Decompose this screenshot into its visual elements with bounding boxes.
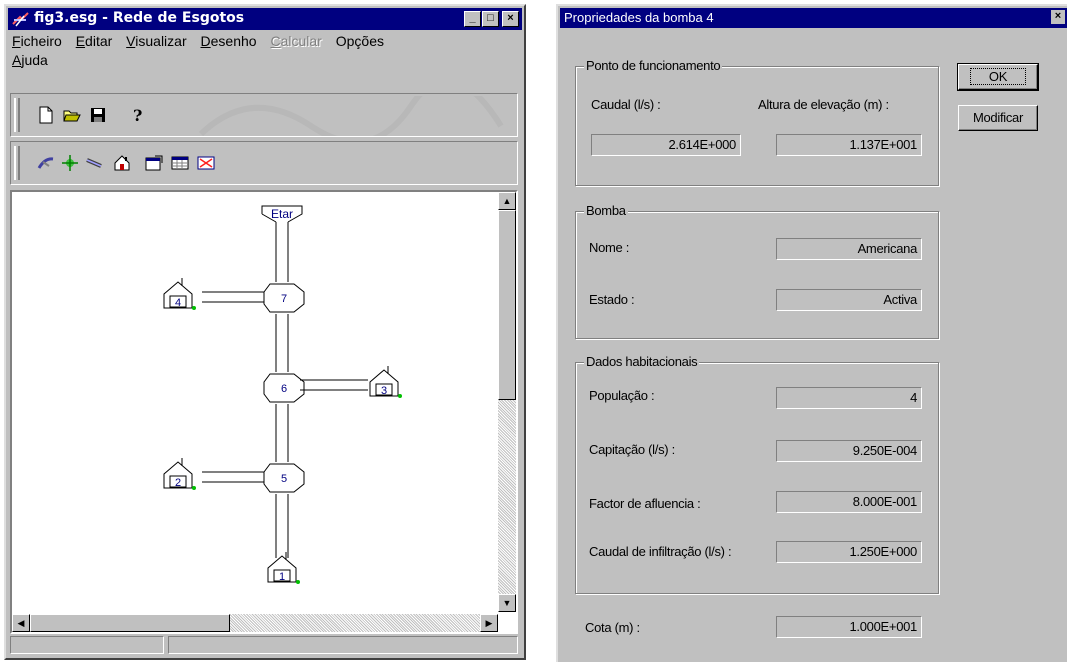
window-title: fig3.esg - Rede de Esgotos <box>34 10 245 26</box>
sewer-network-diagram: Etar 7 6 5 4 3 2 1 <box>163 205 402 584</box>
pump-group: Bomba <box>575 203 939 339</box>
group-legend: Ponto de funcionamento <box>584 58 723 73</box>
delete-icon[interactable] <box>197 154 215 172</box>
house-tool-icon[interactable] <box>113 154 131 172</box>
head-label: Altura de elevação (m) : <box>758 97 889 112</box>
status-bar <box>10 636 518 656</box>
scroll-right-icon[interactable]: ▶ <box>480 614 498 632</box>
pipe-tool-icon[interactable] <box>37 154 55 172</box>
table-icon[interactable] <box>171 154 189 172</box>
network-canvas[interactable]: Etar 7 6 5 4 3 2 1 ▲ ▼ ◀ ▶ <box>10 190 518 634</box>
app-window: fig3.esg - Rede de Esgotos _ □ × Ficheir… <box>4 4 526 660</box>
group-legend: Bomba <box>584 203 628 218</box>
modify-button[interactable]: Modificar <box>958 105 1038 131</box>
horizontal-scroll-thumb[interactable] <box>30 614 230 632</box>
house-label[interactable]: 1 <box>279 571 285 583</box>
properties-icon[interactable] <box>145 154 163 172</box>
vertical-scrollbar[interactable]: ▲ ▼ <box>498 192 516 612</box>
head-value-field[interactable]: 1.137E+001 <box>776 134 922 156</box>
pump-state-field[interactable]: Activa <box>776 289 922 311</box>
flow-value-field[interactable]: 2.614E+000 <box>591 134 741 156</box>
infiltration-label: Caudal de infiltração (l/s) : <box>589 544 732 559</box>
app-icon <box>12 12 29 27</box>
status-pane <box>10 636 164 654</box>
svg-text:?: ? <box>133 106 142 124</box>
save-disk-icon[interactable] <box>89 106 107 124</box>
group-legend: Dados habitacionais <box>584 354 700 369</box>
population-field[interactable]: 4 <box>776 387 922 409</box>
elevation-field[interactable]: 1.000E+001 <box>776 616 922 638</box>
node-label[interactable]: 6 <box>281 383 287 395</box>
menu-visualizar[interactable]: Visualizar <box>126 33 186 49</box>
scroll-left-icon[interactable]: ◀ <box>12 614 30 632</box>
toolbar-watermark <box>198 96 504 136</box>
node-label[interactable]: 5 <box>281 473 287 485</box>
menu-editar[interactable]: Editar <box>76 33 113 49</box>
menu-bar: Ficheiro Editar Visualizar Desenho Calcu… <box>12 32 512 70</box>
inflow-factor-field[interactable]: 8.000E-001 <box>776 491 922 513</box>
elevation-label: Cota (m) : <box>585 620 640 635</box>
minimize-button[interactable]: _ <box>464 11 481 27</box>
flow-label: Caudal (l/s) : <box>591 97 661 112</box>
menu-ficheiro[interactable]: Ficheiro <box>12 33 62 49</box>
drawing-toolbar <box>10 141 518 185</box>
menu-desenho[interactable]: Desenho <box>201 33 257 49</box>
toolbar-grip[interactable] <box>14 98 20 132</box>
close-icon[interactable]: × <box>1051 10 1065 24</box>
menu-opcoes[interactable]: Opções <box>336 33 384 49</box>
capitation-field[interactable]: 9.250E-004 <box>776 440 922 462</box>
menu-calcular[interactable]: Calcular <box>270 33 321 49</box>
title-bar[interactable]: fig3.esg - Rede de Esgotos _ □ × <box>8 8 522 30</box>
dialog-title-bar[interactable]: Propriedades da bomba 4 × <box>560 8 1067 28</box>
standard-toolbar: ? <box>10 93 518 137</box>
house-label[interactable]: 3 <box>381 385 387 397</box>
capitation-label: Capitação (l/s) : <box>589 442 675 457</box>
infiltration-field[interactable]: 1.250E+000 <box>776 541 922 563</box>
population-label: População : <box>589 388 655 403</box>
dialog-title: Propriedades da bomba 4 <box>564 10 714 25</box>
inflow-factor-label: Factor de afluencia : <box>589 496 701 511</box>
maximize-button[interactable]: □ <box>482 11 499 27</box>
outlet-label[interactable]: Etar <box>271 207 293 221</box>
close-button[interactable]: × <box>502 11 519 27</box>
status-pane <box>168 636 518 654</box>
help-question-icon[interactable]: ? <box>129 106 147 124</box>
pump-state-label: Estado : <box>589 292 635 307</box>
toolbar-grip[interactable] <box>14 146 20 180</box>
vertical-scroll-thumb[interactable] <box>498 210 516 400</box>
open-folder-icon[interactable] <box>63 106 81 124</box>
operating-point-group: Ponto de funcionamento <box>575 58 939 186</box>
ok-button[interactable]: OK <box>957 63 1039 91</box>
node-label[interactable]: 7 <box>281 293 287 305</box>
new-file-icon[interactable] <box>37 106 55 124</box>
menu-ajuda[interactable]: Ajuda <box>12 52 48 68</box>
house-label[interactable]: 4 <box>175 297 181 309</box>
pump-name-label: Nome : <box>589 240 630 255</box>
node-tool-icon[interactable] <box>61 154 79 172</box>
scroll-down-icon[interactable]: ▼ <box>498 594 516 612</box>
house-label[interactable]: 2 <box>175 477 181 489</box>
horizontal-scrollbar[interactable]: ◀ ▶ <box>12 614 498 632</box>
pump-name-field[interactable]: Americana <box>776 238 922 260</box>
scroll-up-icon[interactable]: ▲ <box>498 192 516 210</box>
link-tool-icon[interactable] <box>85 154 103 172</box>
pump-properties-dialog: Propriedades da bomba 4 × OK Modificar P… <box>556 4 1067 662</box>
